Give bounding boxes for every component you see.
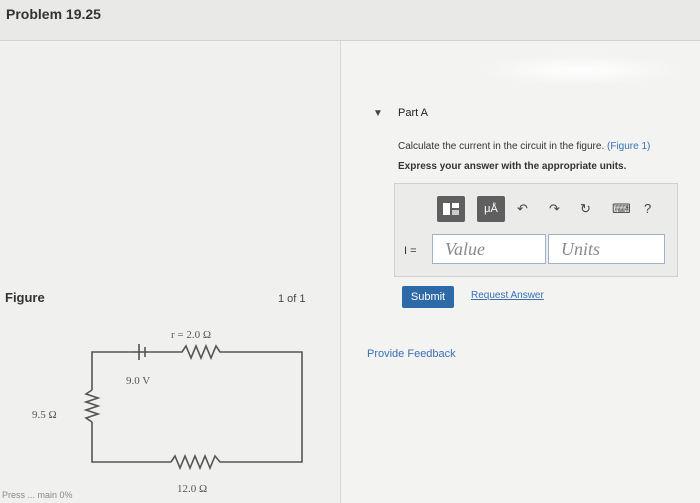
label-emf: 9.0 V (126, 375, 150, 387)
part-a-title: Part A (398, 107, 428, 119)
keyboard-icon[interactable]: ⌨ (612, 201, 631, 217)
instruction-text: Express your answer with the appropriate… (398, 161, 627, 172)
label-left-resistor: 9.5 Ω (32, 409, 57, 421)
label-bottom-resistor: 12.0 Ω (177, 483, 207, 495)
wire-bottom-left (91, 422, 171, 463)
resistor-bottom (170, 453, 236, 471)
request-answer-link[interactable]: Request Answer (471, 290, 544, 301)
header-bar: Problem 19.25 (0, 0, 700, 41)
reset-icon[interactable]: ↻ (580, 201, 591, 217)
units-button[interactable]: μÅ (477, 196, 505, 222)
units-input[interactable]: Units (548, 234, 665, 264)
question-text: Calculate the current in the circuit in … (398, 141, 651, 152)
collapse-caret-icon[interactable]: ▼ (373, 108, 383, 119)
resistor-left (83, 389, 101, 423)
template-button[interactable] (437, 196, 465, 222)
figure-link[interactable]: (Figure 1) (607, 141, 650, 152)
problem-title: Problem 19.25 (6, 6, 101, 22)
provide-feedback-link[interactable]: Provide Feedback (367, 348, 456, 360)
circuit-diagram: r = 2.0 Ω 9.0 V 9.5 Ω 12.0 Ω (32, 329, 303, 495)
screen-glare (485, 55, 675, 85)
label-r: r = 2.0 Ω (171, 329, 211, 341)
template-icon (443, 203, 459, 215)
submit-button[interactable]: Submit (402, 286, 454, 308)
wire-top-right (228, 351, 303, 463)
figure-pager[interactable]: 1 of 1 (278, 293, 306, 305)
help-icon[interactable]: ? (644, 201, 651, 216)
resistor-r (148, 343, 228, 361)
redo-icon[interactable]: ↷ (549, 201, 560, 217)
progress-status: Press ... main 0% (2, 490, 73, 500)
undo-icon[interactable]: ↶ (517, 201, 528, 217)
value-input[interactable]: Value (432, 234, 546, 264)
current-label: I = (404, 245, 417, 257)
figure-label: Figure (5, 290, 45, 305)
